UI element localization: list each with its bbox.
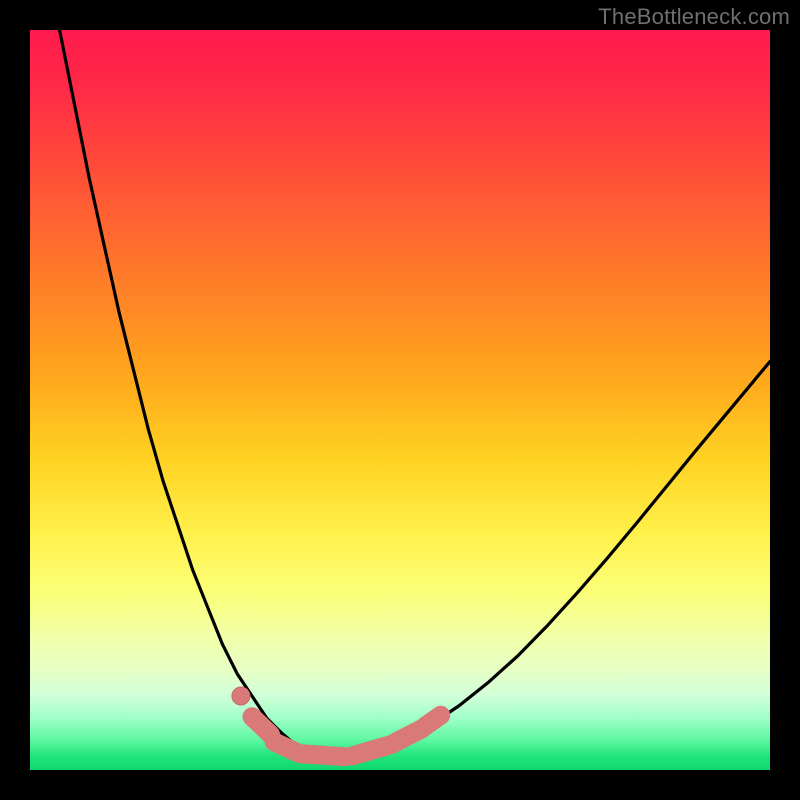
plot-area <box>30 30 770 770</box>
bottleneck-markers <box>232 687 441 757</box>
chart-svg <box>30 30 770 770</box>
bottleneck-curve <box>60 30 770 757</box>
chart-frame: TheBottleneck.com <box>0 0 800 800</box>
watermark-label: TheBottleneck.com <box>598 4 790 30</box>
